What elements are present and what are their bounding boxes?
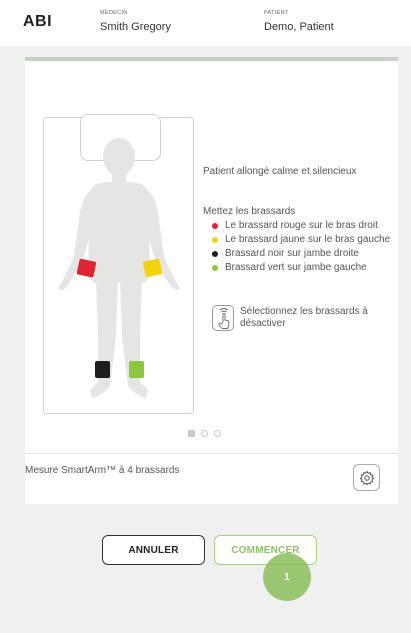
cuff-label: Brassard vert sur jambe gauche — [225, 262, 367, 273]
hand-touch-icon[interactable] — [212, 305, 234, 331]
measurement-mode-label: Mesure SmartArm™ à 4 brassards — [25, 465, 180, 476]
cuff-item-yellow: Le brassard jaune sur le bras gauche — [210, 234, 392, 245]
green-cuff-marker — [129, 361, 144, 378]
patient-name: Demo, Patient — [264, 21, 334, 33]
step-callout: 1 — [263, 553, 311, 601]
green-dot-icon — [212, 265, 218, 271]
callout-number: 1 — [284, 572, 290, 583]
cuff-label: Le brassard jaune sur le bras gauche — [225, 234, 391, 245]
page-dot-2[interactable] — [201, 430, 208, 437]
header-bar: ABI MÉDECIN Smith Gregory PATIENT Demo, … — [0, 0, 411, 46]
cuff-item-green: Brassard vert sur jambe gauche — [210, 262, 392, 273]
patient-info: PATIENT Demo, Patient — [264, 10, 334, 33]
black-dot-icon — [212, 251, 218, 257]
page-indicator — [188, 430, 227, 438]
bed-diagram — [43, 114, 194, 414]
card-divider — [25, 453, 398, 454]
app-title: ABI — [23, 13, 53, 30]
select-cuffs-text: Sélectionnez les brassards à désactiver — [240, 306, 368, 329]
card-top-bar — [25, 57, 398, 61]
physician-caption: MÉDECIN — [100, 10, 128, 16]
black-cuff-marker — [95, 361, 110, 378]
cuff-label: Le brassard rouge sur le bras droit — [225, 220, 378, 231]
patient-caption: PATIENT — [264, 10, 289, 16]
physician-name: Smith Gregory — [100, 21, 171, 33]
yellow-dot-icon — [212, 237, 218, 243]
cuffs-title: Mettez les brassards — [203, 206, 296, 217]
gear-icon — [359, 470, 374, 485]
page-dot-1[interactable] — [188, 430, 195, 437]
page-dot-3[interactable] — [214, 430, 221, 437]
body-silhouette — [58, 138, 180, 398]
cancel-button[interactable]: ANNULER — [102, 535, 205, 565]
position-instruction: Patient allongé calme et silencieux — [203, 166, 357, 177]
settings-button[interactable] — [353, 464, 380, 491]
physician-info: MÉDECIN Smith Gregory — [100, 10, 171, 33]
cuff-list: Le brassard rouge sur le bras droit Le b… — [210, 220, 392, 276]
measurement-card: Patient allongé calme et silencieux Mett… — [25, 57, 398, 504]
cuff-item-black: Brassard noir sur jambe droite — [210, 248, 392, 259]
cuff-item-red: Le brassard rouge sur le bras droit — [210, 220, 392, 231]
red-dot-icon — [212, 223, 218, 229]
cuff-label: Brassard noir sur jambe droite — [225, 248, 359, 259]
